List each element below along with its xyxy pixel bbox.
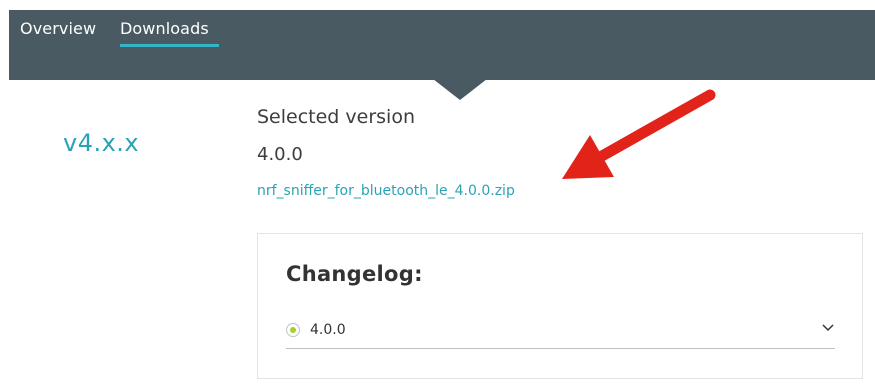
active-tab-indicator <box>120 44 219 47</box>
version-series-label[interactable]: v4.x.x <box>63 129 139 157</box>
tab-downloads[interactable]: Downloads <box>120 19 209 38</box>
active-tab-notch <box>433 79 487 100</box>
radio-selected-icon[interactable] <box>286 323 300 337</box>
tab-overview[interactable]: Overview <box>20 19 96 38</box>
download-zip-link[interactable]: nrf_sniffer_for_bluetooth_le_4.0.0.zip <box>257 183 515 199</box>
red-arrow-icon <box>562 89 716 179</box>
changelog-version-label: 4.0.0 <box>310 322 346 338</box>
top-nav-bar: Overview Downloads <box>9 10 875 80</box>
changelog-panel: Changelog: 4.0.0 <box>257 233 863 379</box>
selected-version-heading: Selected version <box>257 106 415 128</box>
chevron-down-icon[interactable] <box>821 323 835 333</box>
changelog-version-dropdown[interactable]: 4.0.0 <box>286 316 835 349</box>
selected-version-number: 4.0.0 <box>257 144 303 165</box>
changelog-title: Changelog: <box>286 262 423 286</box>
